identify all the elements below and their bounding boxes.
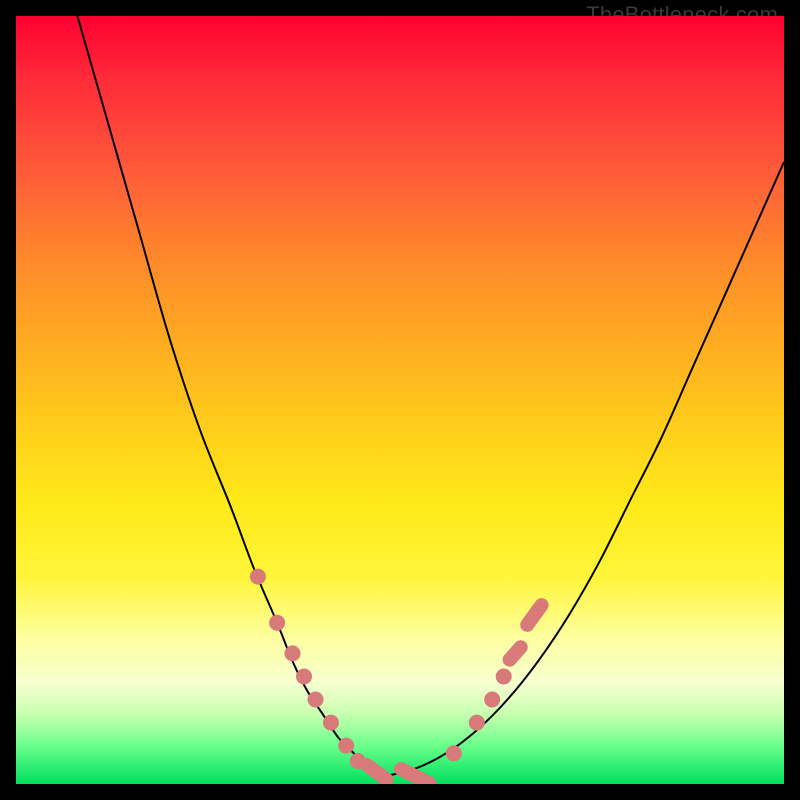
chart-marker [496,669,512,685]
chart-marker [269,615,285,631]
chart-marker [250,569,266,585]
chart-marker [338,738,354,754]
chart-marker [308,692,324,708]
chart-marker [357,755,396,784]
chart-markers [250,569,551,784]
chart-marker [446,745,462,761]
right-curve [385,162,784,776]
chart-marker [469,715,485,731]
chart-marker [285,645,301,661]
chart-marker [323,715,339,731]
chart-frame: TheBottleneck.com [0,0,800,800]
chart-marker [296,669,312,685]
chart-marker [500,637,531,669]
chart-marker [484,692,500,708]
chart-marker [517,595,551,634]
left-curve [77,16,384,776]
plot-area [16,16,784,784]
chart-marker [392,760,439,784]
chart-svg [16,16,784,784]
